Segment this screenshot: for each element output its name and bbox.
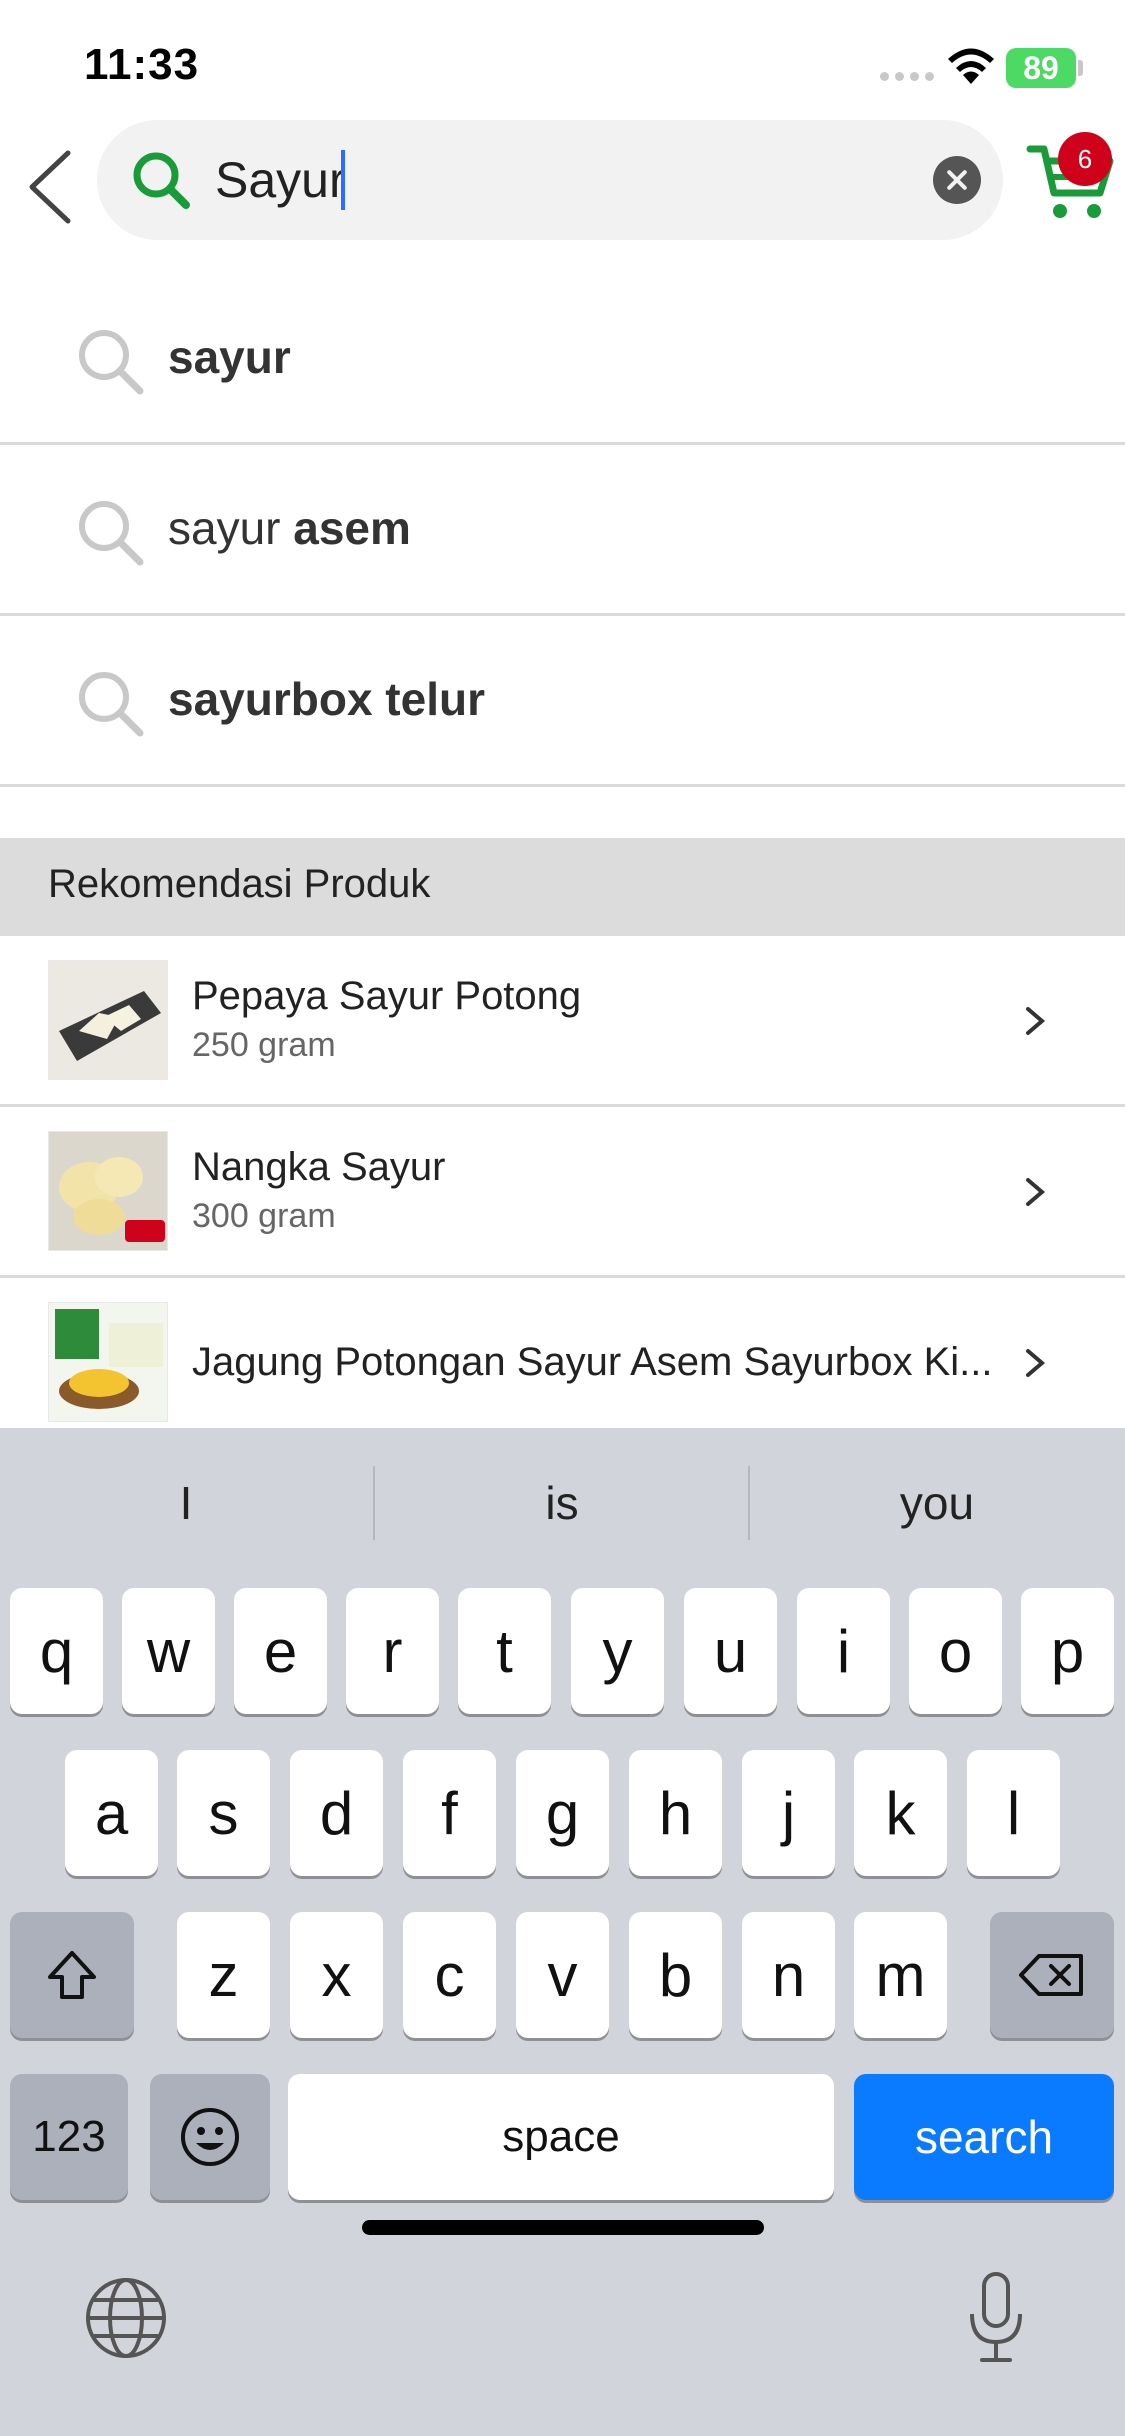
key-y[interactable]: y (571, 1588, 664, 1714)
text-caret (341, 150, 345, 210)
emoji-icon (181, 2108, 239, 2166)
chevron-right-icon (1026, 1178, 1046, 1206)
product-image (48, 1302, 168, 1422)
key-a[interactable]: a (65, 1750, 158, 1876)
key-g[interactable]: g (516, 1750, 609, 1876)
key-e[interactable]: e (234, 1588, 327, 1714)
key-u[interactable]: u (684, 1588, 777, 1714)
key-d[interactable]: d (290, 1750, 383, 1876)
search-icon (79, 330, 144, 395)
key-n[interactable]: n (742, 1912, 835, 2038)
numbers-key[interactable]: 123 (10, 2074, 128, 2200)
product-item[interactable]: Nangka Sayur 300 gram (0, 1107, 1125, 1278)
recommendations-title: Rekomendasi Produk (48, 862, 431, 906)
divider (748, 1466, 750, 1540)
key-t[interactable]: t (458, 1588, 551, 1714)
globe-icon[interactable] (84, 2276, 168, 2360)
clear-icon[interactable] (933, 156, 981, 204)
suggestion-text: sayur (168, 331, 291, 383)
search-icon (79, 501, 144, 566)
key-b[interactable]: b (629, 1912, 722, 2038)
status-bar: 11:33 89 (0, 0, 1125, 120)
key-i[interactable]: i (797, 1588, 890, 1714)
search-icon (79, 672, 144, 737)
key-j[interactable]: j (742, 1750, 835, 1876)
home-indicator (362, 2220, 764, 2235)
prediction-item[interactable]: I (0, 1458, 372, 1548)
wifi-icon (948, 48, 994, 84)
key-f[interactable]: f (403, 1750, 496, 1876)
status-time: 11:33 (84, 40, 200, 89)
battery-level: 89 (1023, 49, 1059, 86)
emoji-key[interactable] (150, 2074, 270, 2200)
backspace-icon (1019, 1954, 1083, 1996)
key-k[interactable]: k (854, 1750, 947, 1876)
key-h[interactable]: h (629, 1750, 722, 1876)
key-r[interactable]: r (346, 1588, 439, 1714)
product-image (48, 1131, 168, 1251)
key-c[interactable]: c (403, 1912, 496, 2038)
product-weight: 250 gram (192, 1026, 336, 1064)
suggestion-text: sayur asem (168, 502, 411, 554)
shift-key[interactable] (10, 1912, 134, 2038)
product-item[interactable]: Pepaya Sayur Potong 250 gram (0, 936, 1125, 1107)
prediction-item[interactable]: is (376, 1458, 748, 1548)
key-l[interactable]: l (967, 1750, 1060, 1876)
key-x[interactable]: x (290, 1912, 383, 2038)
key-q[interactable]: q (10, 1588, 103, 1714)
search-input[interactable]: Sayur (97, 120, 1003, 240)
search-query: Sayur (215, 152, 346, 208)
key-z[interactable]: z (177, 1912, 270, 2038)
key-p[interactable]: p (1021, 1588, 1114, 1714)
cellular-signal-icon (880, 72, 934, 81)
product-weight: 300 gram (192, 1197, 336, 1235)
chevron-right-icon (1026, 1349, 1046, 1377)
backspace-key[interactable] (990, 1912, 1114, 2038)
suggestion-item[interactable]: sayur (0, 275, 1125, 445)
search-icon (133, 152, 190, 209)
key-o[interactable]: o (909, 1588, 1002, 1714)
back-icon[interactable] (22, 145, 78, 229)
cart-badge: 6 (1058, 132, 1112, 186)
suggestion-item[interactable]: sayurbox telur (0, 617, 1125, 787)
key-w[interactable]: w (122, 1588, 215, 1714)
search-key[interactable]: search (854, 2074, 1114, 2200)
key-s[interactable]: s (177, 1750, 270, 1876)
product-item[interactable]: Jagung Potongan Sayur Asem Sayurbox Ki..… (0, 1278, 1125, 1449)
product-name: Nangka Sayur (192, 1145, 446, 1189)
battery-icon: 89 (1006, 48, 1076, 88)
shift-icon (48, 1951, 96, 1999)
recommendations-header: Rekomendasi Produk (0, 838, 1125, 936)
microphone-icon[interactable] (964, 2268, 1028, 2368)
keyboard: I is you q w e r t y u i o p a s d f g h… (0, 1428, 1125, 2436)
chevron-right-icon (1026, 1007, 1046, 1035)
space-key[interactable]: space (288, 2074, 834, 2200)
prediction-item[interactable]: you (751, 1458, 1123, 1548)
product-name: Jagung Potongan Sayur Asem Sayurbox Ki..… (192, 1340, 993, 1384)
key-m[interactable]: m (854, 1912, 947, 2038)
suggestion-text: sayurbox telur (168, 673, 485, 725)
product-name: Pepaya Sayur Potong (192, 974, 582, 1018)
suggestion-item[interactable]: sayur asem (0, 446, 1125, 616)
prediction-bar: I is you (0, 1428, 1125, 1578)
divider (373, 1466, 375, 1540)
key-v[interactable]: v (516, 1912, 609, 2038)
battery-cap (1078, 60, 1083, 76)
product-image (48, 960, 168, 1080)
